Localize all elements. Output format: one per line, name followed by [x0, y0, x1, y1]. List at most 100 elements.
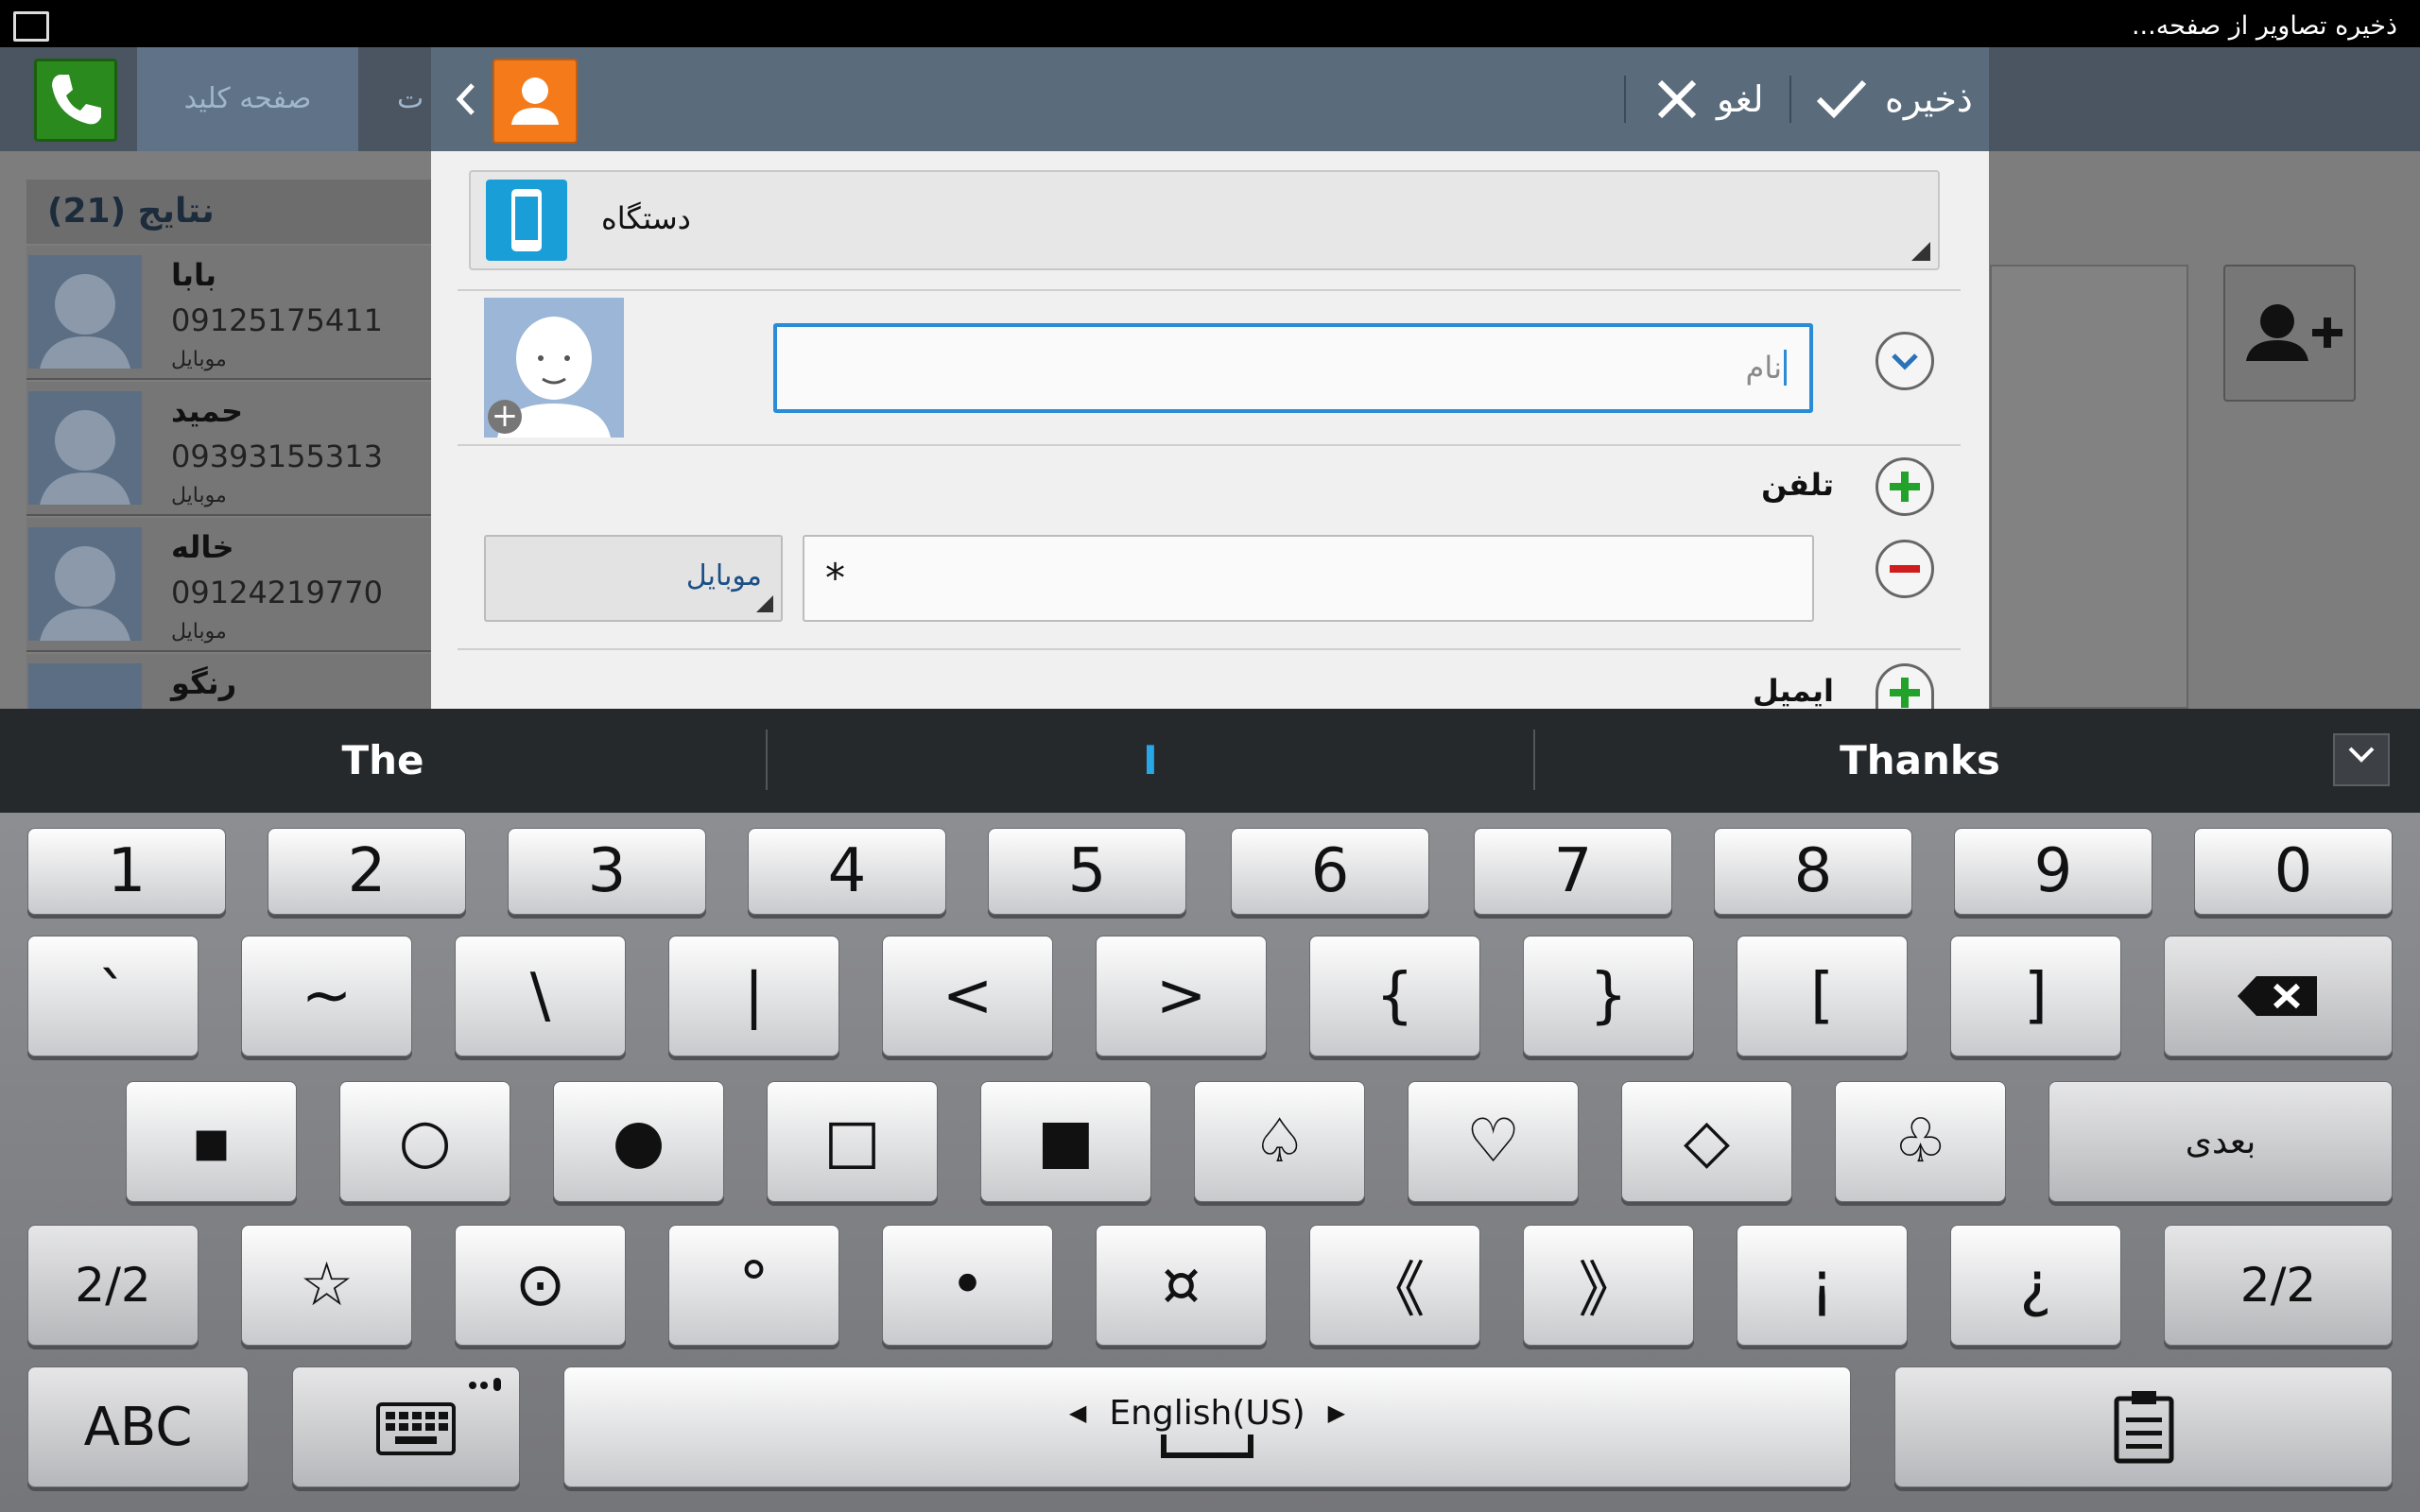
key-heart[interactable]: ♡	[1408, 1081, 1579, 1202]
tab-keypad[interactable]: صفحه کلید	[137, 47, 358, 151]
back-chevron-icon[interactable]	[452, 76, 480, 123]
expand-name-button[interactable]	[1876, 332, 1934, 390]
minus-icon	[1890, 565, 1920, 573]
space-key[interactable]: ◀ English(US) ▶	[563, 1366, 1851, 1487]
key-pipe[interactable]: |	[668, 936, 839, 1057]
key-2[interactable]: 2	[268, 828, 466, 915]
phone-app-button[interactable]	[34, 59, 117, 142]
contact-list-item[interactable]: حمید 09393155313 موبایل	[26, 382, 433, 516]
contact-number: 09125175411	[171, 302, 383, 338]
clipboard-key[interactable]	[1894, 1366, 2393, 1487]
key-backtick[interactable]: `	[27, 936, 199, 1057]
key-filled-circle[interactable]: ●	[553, 1081, 724, 1202]
phone-section-label: تلفن	[1761, 467, 1834, 503]
image-notification-icon	[13, 11, 49, 42]
contact-name: رنگو	[171, 665, 237, 701]
key-small-square[interactable]: ▪	[126, 1081, 297, 1202]
key-right-double-angle[interactable]: 》	[1523, 1225, 1694, 1346]
key-8[interactable]: 8	[1714, 828, 1912, 915]
key-left-double-angle[interactable]: 《	[1309, 1225, 1480, 1346]
key-circle[interactable]: ○	[339, 1081, 510, 1202]
key-3[interactable]: 3	[508, 828, 706, 915]
key-5[interactable]: 5	[988, 828, 1186, 915]
keyboard-settings-key[interactable]	[292, 1366, 520, 1487]
abc-key[interactable]: ABC	[27, 1366, 249, 1487]
contact-list-item[interactable]: خاله 09124219770 موبایل	[26, 518, 433, 652]
contact-type: موبایل	[171, 620, 227, 644]
key-filled-square[interactable]: ■	[980, 1081, 1151, 1202]
key-star[interactable]: ☆	[241, 1225, 412, 1346]
add-photo-icon[interactable]: +	[488, 400, 522, 434]
key-right-brace[interactable]: }	[1523, 936, 1694, 1057]
contact-list-item[interactable]: بابا 09125175411 موبایل	[26, 246, 433, 380]
tab-partial[interactable]: ت	[397, 47, 435, 151]
key-0[interactable]: 0	[2194, 828, 2393, 915]
phone-type-value: موبایل	[685, 559, 762, 593]
phone-number-field[interactable]: *	[803, 535, 1814, 622]
dropdown-corner-icon	[1911, 242, 1930, 261]
backspace-key[interactable]	[2164, 936, 2393, 1057]
key-currency[interactable]: ¤	[1096, 1225, 1267, 1346]
phone-icon	[52, 75, 101, 125]
divider	[458, 444, 1961, 446]
contact-number: 09124219770	[171, 575, 383, 610]
language-label: English(US)	[1109, 1393, 1305, 1433]
page-toggle-key[interactable]: 2/2	[27, 1225, 199, 1346]
save-button[interactable]: ذخیره	[1815, 47, 1976, 151]
close-icon	[1657, 79, 1697, 119]
cancel-button[interactable]: لغو	[1654, 47, 1787, 151]
key-diamond[interactable]: ◇	[1621, 1081, 1792, 1202]
keyboard-icon	[375, 1378, 501, 1455]
device-icon	[486, 180, 567, 261]
contact-type: موبایل	[171, 484, 227, 507]
account-selector[interactable]: دستگاه	[469, 170, 1940, 270]
key-spade[interactable]: ♤	[1194, 1081, 1365, 1202]
key-greater-than[interactable]: >	[1096, 936, 1267, 1057]
key-tilde[interactable]: ~	[241, 936, 412, 1057]
contacts-app-icon	[493, 59, 578, 144]
contact-avatar-icon	[28, 255, 142, 369]
key-square[interactable]: □	[767, 1081, 938, 1202]
collapse-suggestions-button[interactable]	[2333, 733, 2390, 786]
key-inverted-exclamation[interactable]: ¡	[1737, 1225, 1908, 1346]
key-inverted-question[interactable]: ¿	[1950, 1225, 2121, 1346]
header-divider	[1624, 76, 1626, 123]
key-backslash[interactable]: \	[455, 936, 626, 1057]
language-prev-icon: ◀	[1068, 1400, 1087, 1426]
suggestion-item[interactable]: I	[768, 709, 1533, 813]
divider	[458, 289, 1961, 291]
key-degree[interactable]: °	[668, 1225, 839, 1346]
header-divider	[1789, 76, 1791, 123]
add-phone-button[interactable]	[1876, 457, 1934, 516]
key-left-brace[interactable]: {	[1309, 936, 1480, 1057]
add-contact-button[interactable]	[2223, 265, 2356, 402]
backspace-icon	[2238, 976, 2317, 1016]
remove-phone-button[interactable]	[1876, 540, 1934, 598]
key-6[interactable]: 6	[1231, 828, 1429, 915]
key-less-than[interactable]: <	[882, 936, 1053, 1057]
email-section-label: ایمیل	[1752, 673, 1834, 709]
next-key[interactable]: بعدی	[2048, 1081, 2393, 1202]
suggestion-item[interactable]: The	[0, 709, 766, 813]
key-left-bracket[interactable]: [	[1737, 936, 1908, 1057]
suggestion-item[interactable]: Thanks	[1535, 709, 2305, 813]
divider	[458, 648, 1961, 650]
key-9[interactable]: 9	[1954, 828, 2152, 915]
page-toggle-label: 2/2	[75, 1258, 151, 1313]
key-right-bracket[interactable]: ]	[1950, 936, 2121, 1057]
key-club[interactable]: ♧	[1835, 1081, 2006, 1202]
contact-photo[interactable]: +	[484, 298, 624, 438]
contact-list-item[interactable]: رنگو	[26, 654, 433, 709]
phone-type-selector[interactable]: موبایل	[484, 535, 783, 622]
page-toggle-key[interactable]: 2/2	[2164, 1225, 2393, 1346]
dropdown-corner-icon	[756, 595, 773, 612]
key-1[interactable]: 1	[27, 828, 226, 915]
key-circled-dot[interactable]: ⊙	[455, 1225, 626, 1346]
key-7[interactable]: 7	[1474, 828, 1672, 915]
name-field[interactable]: نام	[773, 323, 1813, 413]
key-4[interactable]: 4	[748, 828, 946, 915]
plus-icon	[1890, 678, 1920, 708]
clipboard-icon	[2114, 1391, 2173, 1464]
contact-avatar-icon	[28, 527, 142, 641]
key-bullet[interactable]: •	[882, 1225, 1053, 1346]
